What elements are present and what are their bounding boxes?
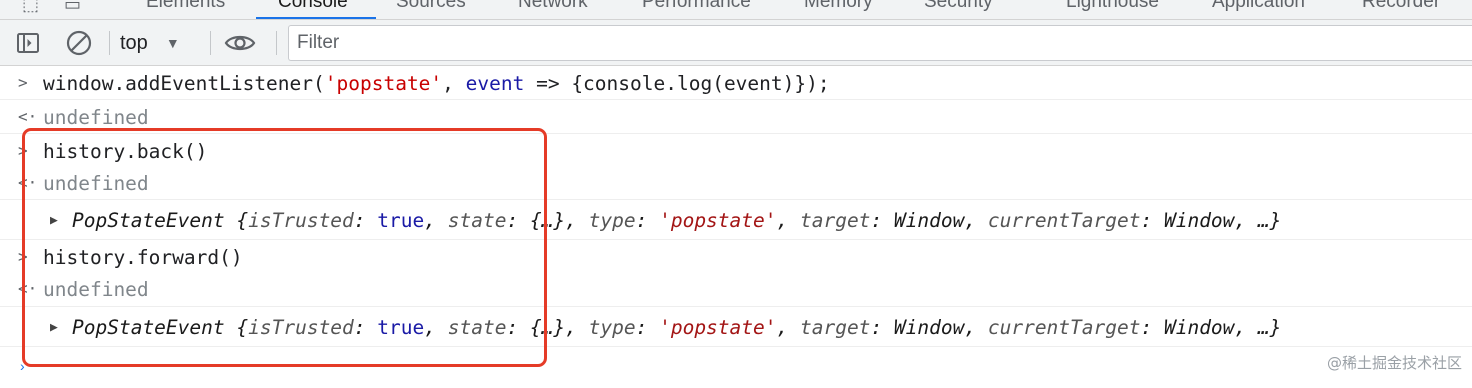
- inspect-element-icon[interactable]: ⬚: [22, 0, 39, 15]
- result-arrow-icon: <·: [18, 107, 38, 126]
- result-arrow-icon: <·: [18, 173, 38, 192]
- filter-input[interactable]: [289, 26, 1472, 60]
- console-toolbar: top ▼: [0, 20, 1472, 66]
- clear-console-button[interactable]: [63, 27, 95, 59]
- toolbar-separator: [210, 31, 211, 55]
- command-text: history.back(): [43, 140, 208, 163]
- input-prompt-icon: >: [18, 247, 28, 266]
- console-result-line: <· undefined: [0, 100, 1472, 134]
- expand-triangle-icon[interactable]: ▶: [50, 213, 58, 228]
- input-prompt-icon: >: [18, 73, 28, 92]
- command-text: window.addEventListener('popstate', even…: [43, 72, 830, 95]
- console-prompt-icon[interactable]: ›: [20, 358, 25, 374]
- console-result-line: <· undefined: [0, 273, 1472, 307]
- result-text: undefined: [43, 278, 149, 301]
- filter-field[interactable]: [288, 25, 1472, 61]
- tab-console[interactable]: Console: [278, 0, 348, 13]
- eye-icon: [224, 35, 256, 51]
- result-arrow-icon: <·: [18, 279, 38, 298]
- console-output: > window.addEventListener('popstate', ev…: [0, 67, 1472, 388]
- input-prompt-icon: >: [18, 141, 28, 160]
- console-log-line[interactable]: ▶ PopStateEvent {isTrusted: true, state:…: [0, 308, 1472, 347]
- tab-recorder[interactable]: Recorder: [1362, 0, 1440, 13]
- console-input-line: > history.back(): [0, 135, 1472, 167]
- tab-network[interactable]: Network: [518, 0, 588, 13]
- dropdown-arrow-icon: ▼: [165, 35, 180, 51]
- tab-application[interactable]: Application: [1212, 0, 1305, 13]
- devtools-tab-strip: ⬚ ▭ Elements Console Sources Network Per…: [0, 0, 1472, 20]
- show-sidebar-button[interactable]: [12, 27, 44, 59]
- console-input-line: > history.forward(): [0, 241, 1472, 273]
- live-expression-button[interactable]: [224, 27, 256, 59]
- expand-triangle-icon[interactable]: ▶: [50, 320, 58, 335]
- console-input-line: > window.addEventListener('popstate', ev…: [0, 67, 1472, 100]
- context-label: top: [120, 31, 148, 54]
- command-text: history.forward(): [43, 246, 243, 269]
- tab-security[interactable]: Security: [924, 0, 993, 13]
- toolbar-separator: [276, 31, 277, 55]
- device-toolbar-icon[interactable]: ▭: [64, 0, 81, 15]
- context-selector[interactable]: top ▼: [120, 27, 180, 59]
- clear-icon: [66, 30, 92, 56]
- tab-sources[interactable]: Sources: [396, 0, 466, 13]
- sidebar-toggle-icon: [17, 33, 39, 53]
- watermark: @稀土掘金技术社区: [1326, 354, 1462, 372]
- console-result-line: <· undefined: [0, 167, 1472, 200]
- console-log-line[interactable]: ▶ PopStateEvent {isTrusted: true, state:…: [0, 201, 1472, 240]
- tab-elements[interactable]: Elements: [146, 0, 225, 13]
- result-text: undefined: [43, 172, 149, 195]
- event-object-preview[interactable]: PopStateEvent {isTrusted: true, state: {…: [72, 209, 1281, 232]
- tab-lighthouse[interactable]: Lighthouse: [1066, 0, 1159, 13]
- tab-memory[interactable]: Memory: [804, 0, 873, 13]
- tab-performance[interactable]: Performance: [642, 0, 751, 13]
- result-text: undefined: [43, 106, 149, 129]
- event-object-preview[interactable]: PopStateEvent {isTrusted: true, state: {…: [72, 316, 1281, 339]
- toolbar-separator: [109, 31, 110, 55]
